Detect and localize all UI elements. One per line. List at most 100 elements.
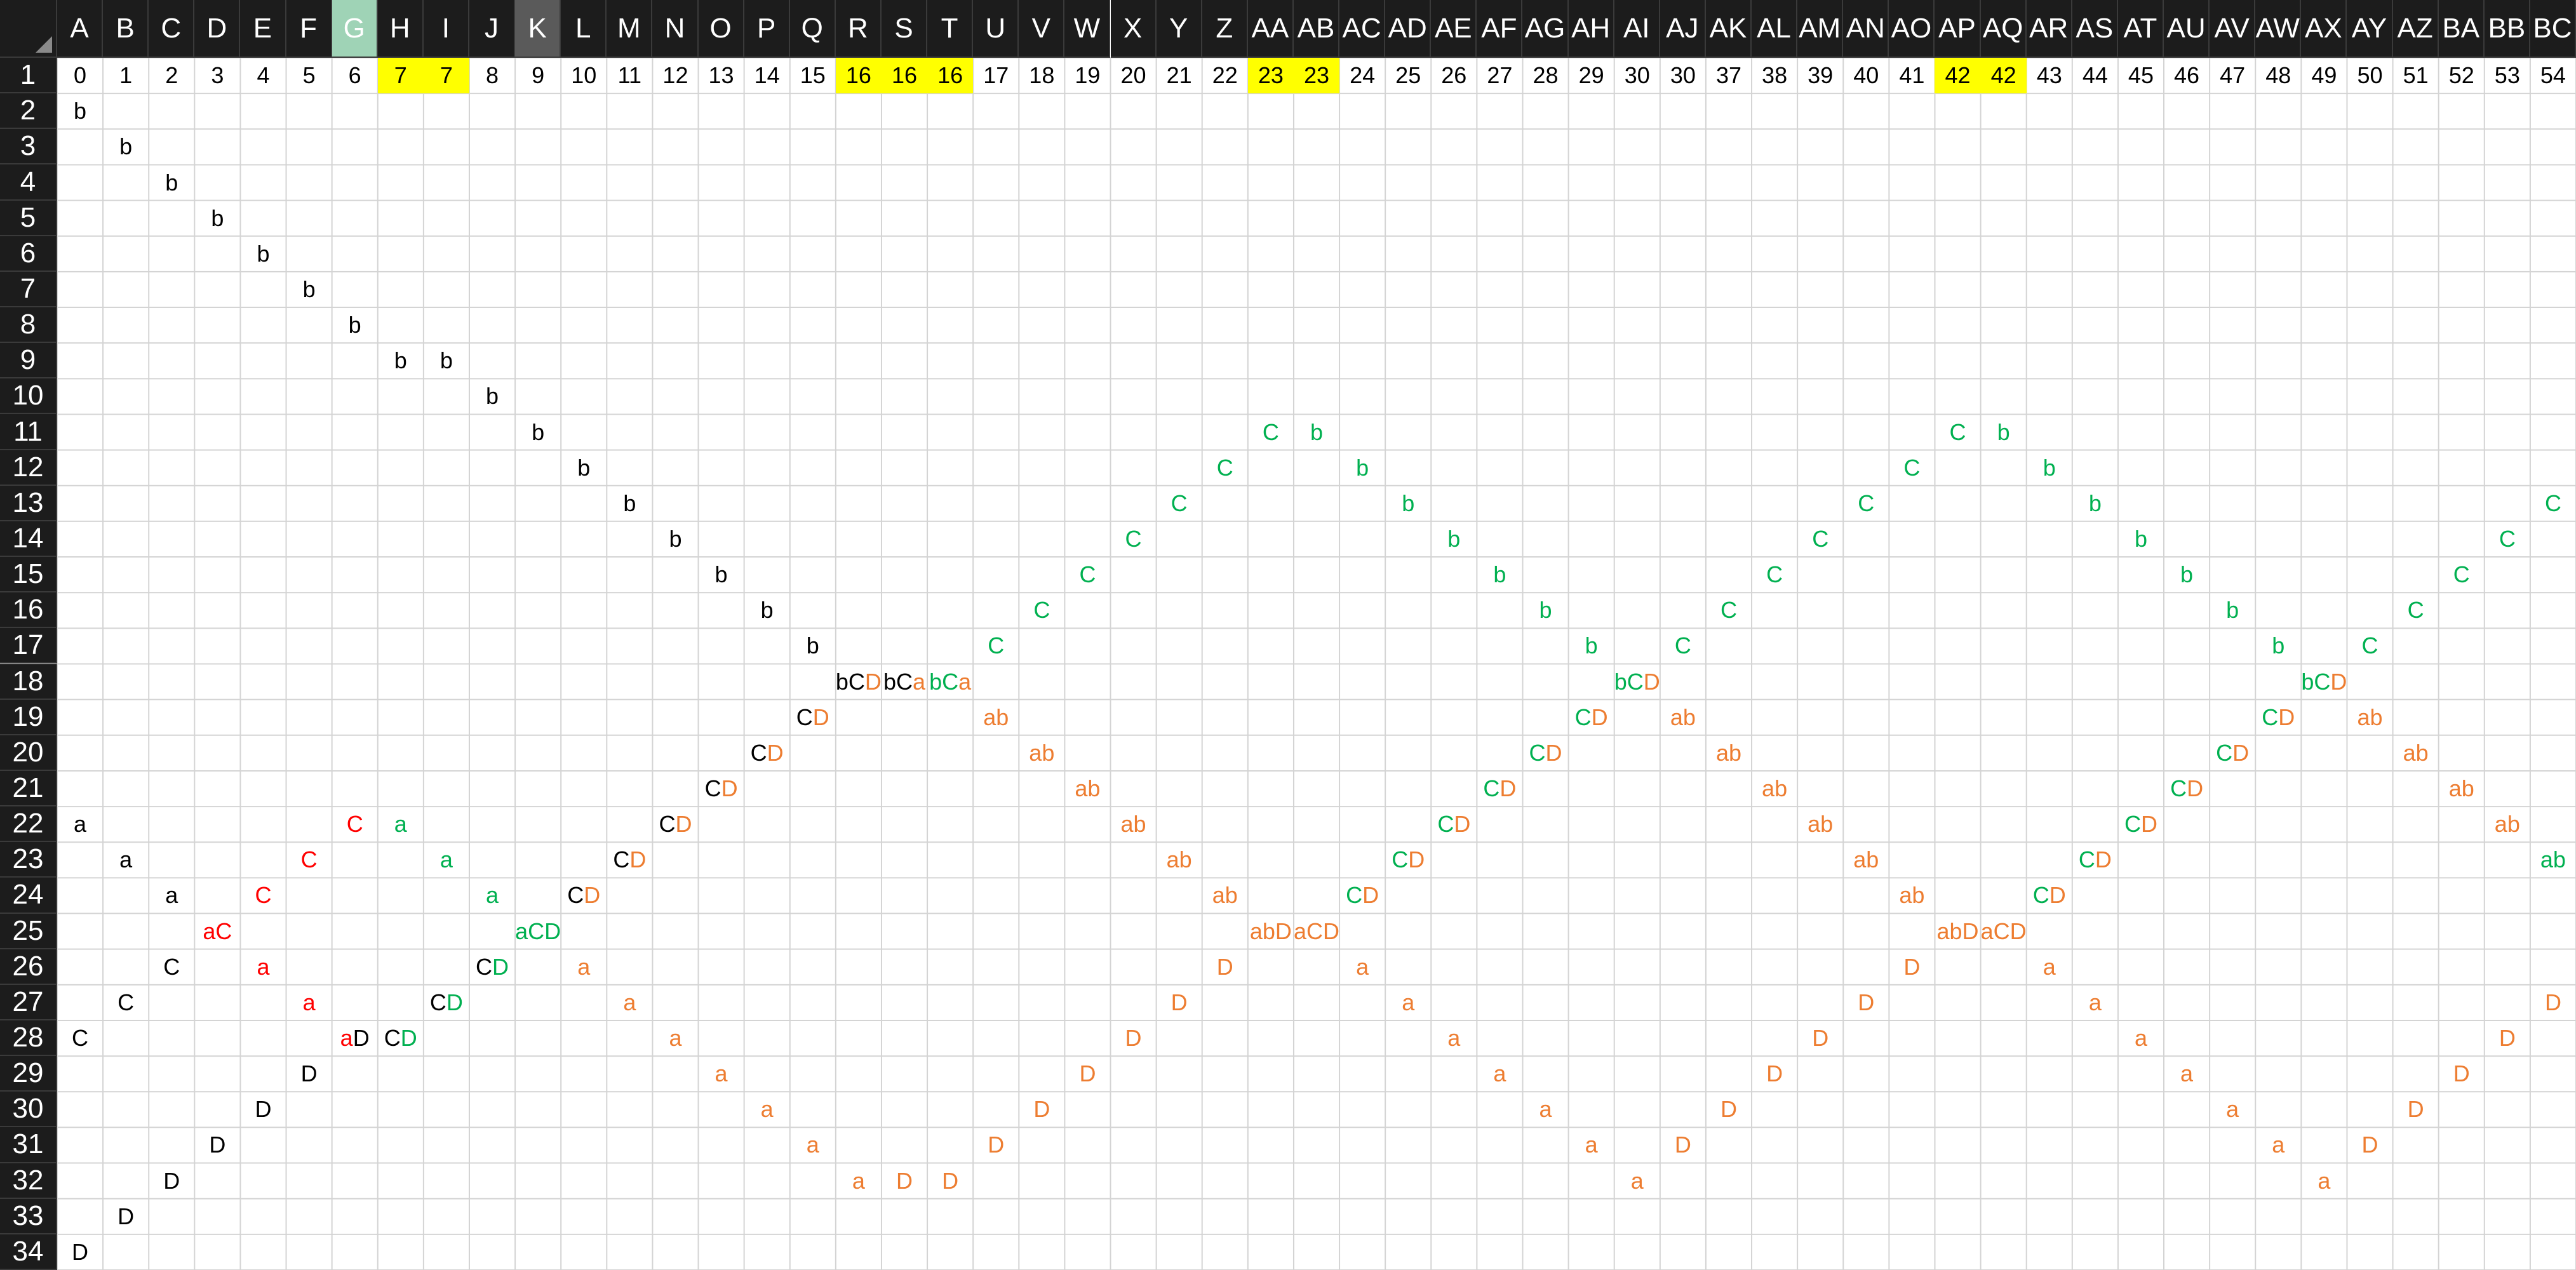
cell-l12[interactable]: b — [561, 450, 607, 486]
cell-b27[interactable]: C — [103, 985, 149, 1020]
cell-bb1[interactable]: 53 — [2485, 58, 2530, 93]
cell-y1[interactable]: 21 — [1157, 58, 1202, 93]
cell-z24[interactable]: ab — [1202, 878, 1248, 913]
column-header-az[interactable]: AZ — [2392, 0, 2439, 58]
row-header-21[interactable]: 21 — [0, 770, 57, 807]
cell-x1[interactable]: 20 — [1111, 58, 1157, 93]
cell-as23[interactable]: CD — [2072, 842, 2118, 878]
cell-l1[interactable]: 10 — [561, 58, 607, 93]
row-header-16[interactable]: 16 — [0, 592, 57, 629]
cell-aj19[interactable]: ab — [1660, 700, 1706, 735]
cell-t1[interactable]: 16 — [927, 58, 974, 94]
row-header-6[interactable]: 6 — [0, 236, 57, 272]
cell-al15[interactable]: C — [1752, 557, 1797, 592]
cell-q31[interactable]: a — [790, 1127, 836, 1163]
cell-ao26[interactable]: D — [1889, 949, 1935, 985]
cell-ay1[interactable]: 50 — [2347, 58, 2392, 93]
column-header-bc[interactable]: BC — [2530, 0, 2576, 58]
cell-bc13[interactable]: C — [2530, 486, 2576, 521]
column-header-e[interactable]: E — [240, 0, 286, 58]
column-header-b[interactable]: B — [103, 0, 149, 58]
cell-ar12[interactable]: b — [2027, 450, 2072, 486]
cell-d1[interactable]: 3 — [194, 58, 240, 93]
cell-ak16[interactable]: C — [1706, 592, 1752, 628]
cell-d25[interactable]: aC — [194, 914, 240, 949]
cell-ao12[interactable]: C — [1889, 450, 1935, 486]
column-header-x[interactable]: X — [1110, 0, 1157, 58]
cell-a1[interactable]: 0 — [57, 58, 103, 93]
cell-as13[interactable]: b — [2072, 486, 2118, 521]
cell-v20[interactable]: ab — [1019, 735, 1064, 771]
cell-ab1[interactable]: 23 — [1293, 58, 1340, 94]
cell-ag1[interactable]: 28 — [1522, 58, 1568, 93]
cell-o21[interactable]: CD — [699, 771, 744, 806]
column-header-ab[interactable]: AB — [1293, 0, 1340, 58]
cell-af15[interactable]: b — [1477, 557, 1522, 592]
cell-ay19[interactable]: ab — [2347, 700, 2392, 735]
cell-g22[interactable]: C — [332, 806, 378, 842]
cell-a2[interactable]: b — [57, 93, 103, 129]
cell-q17[interactable]: b — [790, 628, 836, 664]
cell-ah31[interactable]: a — [1569, 1127, 1614, 1163]
cell-ae28[interactable]: a — [1431, 1020, 1477, 1056]
cell-ac1[interactable]: 24 — [1339, 58, 1385, 93]
cell-ae22[interactable]: CD — [1431, 806, 1477, 842]
row-header-1[interactable]: 1 — [0, 58, 57, 94]
cell-i23[interactable]: a — [424, 842, 469, 878]
cell-al1[interactable]: 38 — [1752, 58, 1797, 93]
cell-c24[interactable]: a — [149, 878, 194, 913]
column-header-l[interactable]: L — [561, 0, 607, 58]
cell-h1[interactable]: 7 — [377, 58, 424, 94]
cell-f23[interactable]: C — [286, 842, 332, 878]
column-header-s[interactable]: S — [881, 0, 928, 58]
cell-r18[interactable]: bC D — [836, 664, 882, 700]
cell-o1[interactable]: 13 — [699, 58, 744, 93]
column-header-ar[interactable]: AR — [2026, 0, 2072, 58]
cell-m23[interactable]: CD — [607, 842, 652, 878]
cell-ac26[interactable]: a — [1339, 949, 1385, 985]
row-header-3[interactable]: 3 — [0, 129, 57, 165]
cell-l26[interactable]: a — [561, 949, 607, 985]
cell-aq25[interactable]: aCD — [1981, 914, 2027, 949]
row-header-27[interactable]: 27 — [0, 984, 57, 1020]
cell-av1[interactable]: 47 — [2210, 58, 2255, 93]
row-header-26[interactable]: 26 — [0, 949, 57, 985]
column-header-ao[interactable]: AO — [1889, 0, 1935, 58]
cell-y13[interactable]: C — [1157, 486, 1202, 521]
cell-ak30[interactable]: D — [1706, 1092, 1752, 1127]
spreadsheet-grid[interactable]: A B C D E F G H I J K L M N O P Q R S T U V W X Y Z AA AB AC AD AE AF AG… — [0, 0, 2576, 1270]
cell-bb28[interactable]: D — [2485, 1020, 2530, 1056]
cell-r32[interactable]: a — [836, 1163, 882, 1199]
cell-au1[interactable]: 46 — [2164, 58, 2210, 93]
cell-ay31[interactable]: D — [2347, 1127, 2392, 1163]
cell-e26[interactable]: a — [240, 949, 286, 985]
cell-u19[interactable]: ab — [973, 700, 1019, 735]
cell-h22[interactable]: a — [378, 806, 424, 842]
cell-ac12[interactable]: b — [1339, 450, 1385, 486]
column-header-ak[interactable]: AK — [1705, 0, 1752, 58]
cell-a28[interactable]: C — [57, 1020, 103, 1056]
cell-t18[interactable]: bC a — [927, 664, 973, 700]
cell-au21[interactable]: CD — [2164, 771, 2210, 806]
cell-ba15[interactable]: C — [2439, 557, 2485, 592]
cell-ba1[interactable]: 52 — [2439, 58, 2485, 93]
cell-c1[interactable]: 2 — [149, 58, 194, 93]
cell-v16[interactable]: C — [1019, 592, 1064, 628]
cell-b1[interactable]: 1 — [103, 58, 149, 93]
cell-ai18[interactable]: bC D — [1614, 664, 1660, 700]
cell-b3[interactable]: b — [103, 129, 149, 164]
cell-aw17[interactable]: b — [2255, 628, 2301, 664]
column-header-d[interactable]: D — [194, 0, 241, 58]
cell-j24[interactable]: a — [469, 878, 515, 913]
column-header-y[interactable]: Y — [1156, 0, 1202, 58]
cell-bc1[interactable]: 54 — [2530, 58, 2576, 93]
column-header-w[interactable]: W — [1064, 0, 1111, 58]
cell-p1[interactable]: 14 — [744, 58, 790, 93]
cell-v30[interactable]: D — [1019, 1092, 1064, 1127]
row-header-34[interactable]: 34 — [0, 1234, 57, 1270]
cell-ae14[interactable]: b — [1431, 521, 1477, 557]
column-header-j[interactable]: J — [469, 0, 516, 58]
cell-h28[interactable]: CD — [378, 1020, 424, 1056]
cell-ac24[interactable]: CD — [1339, 878, 1385, 913]
cell-e1[interactable]: 4 — [240, 58, 286, 93]
